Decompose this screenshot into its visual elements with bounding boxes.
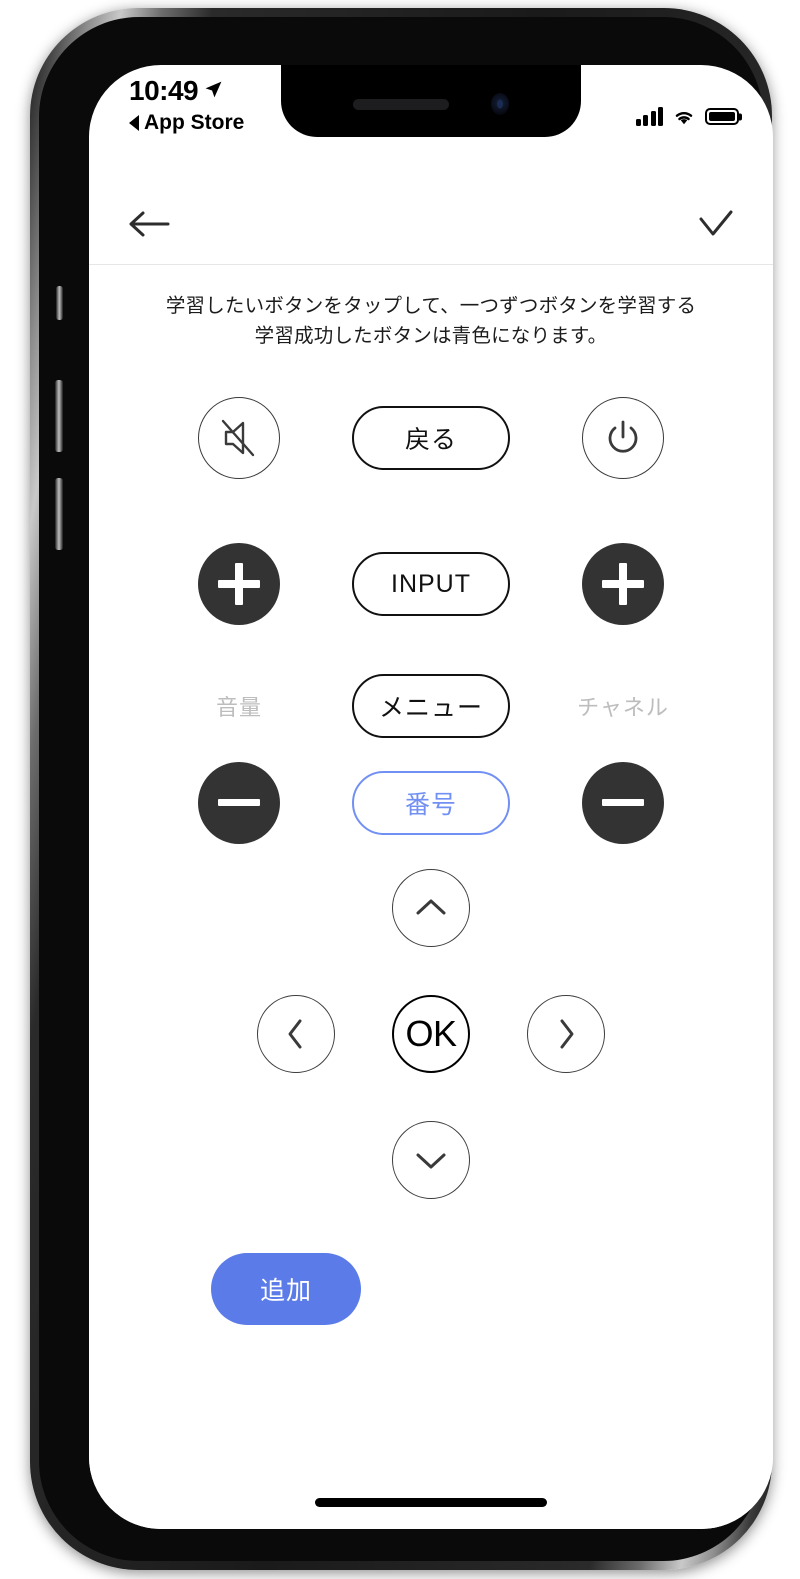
channel-up-button[interactable]: [582, 543, 664, 626]
dpad-right-button[interactable]: [527, 995, 605, 1074]
chevron-left-icon: [288, 1019, 302, 1049]
grid-cell-channel-label: チャネル: [577, 657, 669, 754]
chevron-up-icon: [416, 899, 446, 915]
instruction-text: 学習したいボタンをタップして、一つずつボタンを学習する 学習成功したボタンは青色…: [113, 265, 749, 351]
number-button[interactable]: 番号: [352, 770, 510, 835]
main-content: 学習したいボタンをタップして、一つずつボタンを学習する 学習成功したボタンは青色…: [89, 265, 773, 1529]
remote-back-button[interactable]: 戻る: [352, 406, 510, 471]
dpad-row-middle: OK: [257, 995, 605, 1074]
hardware-volume-down-button[interactable]: [55, 478, 63, 550]
volume-down-button[interactable]: [198, 761, 280, 844]
speaker-mute-icon: [221, 420, 255, 457]
minus-icon: [218, 782, 260, 824]
status-bar-back-to-app[interactable]: App Store: [129, 112, 244, 133]
status-time-group: 10:49: [129, 77, 223, 105]
minus-icon: [602, 782, 644, 824]
front-camera-icon: [491, 93, 509, 115]
channel-label: チャネル: [577, 694, 669, 720]
menu-button[interactable]: メニュー: [352, 673, 510, 738]
grid-cell-mute: [198, 365, 280, 511]
hardware-mute-switch[interactable]: [56, 286, 63, 320]
mute-button[interactable]: [198, 397, 280, 480]
add-button[interactable]: 追加: [211, 1253, 361, 1326]
navigation-bar: [89, 183, 773, 265]
home-indicator[interactable]: [315, 1498, 547, 1507]
volume-label: 音量: [215, 694, 262, 720]
wifi-icon: [675, 111, 693, 125]
channel-down-button[interactable]: [582, 761, 664, 844]
dpad-up-button[interactable]: [392, 869, 470, 948]
phone-screen: 10:49 App Store 学習したいボタンをタップして、一つずつボタンを学…: [89, 65, 773, 1529]
instruction-line-2: 学習成功したボタンは青色になります。: [254, 325, 608, 348]
directional-pad: OK: [113, 869, 749, 1200]
battery-full-icon: [705, 108, 739, 125]
grid-cell-channel-down: [582, 754, 664, 851]
grid-cell-number: 番号: [352, 754, 510, 851]
remote-button-grid: 戻る INPUT 音量 メニュー チャネル 番号: [113, 365, 749, 851]
add-button-row: 追加: [113, 1253, 749, 1326]
status-back-app-label: App Store: [144, 111, 245, 134]
arrow-left-icon: [129, 211, 170, 236]
power-button[interactable]: [582, 397, 664, 480]
instruction-line-1: 学習したいボタンをタップして、一つずつボタンを学習する: [165, 295, 697, 317]
status-time-text: 10:49: [129, 75, 199, 106]
dpad-row-down: [392, 1121, 470, 1200]
phone-device-frame: 10:49 App Store 学習したいボタンをタップして、一つずつボタンを学…: [30, 8, 773, 1570]
grid-cell-power: [582, 365, 664, 511]
device-notch: [281, 65, 581, 137]
status-bar-right: [635, 77, 739, 126]
dpad-left-button[interactable]: [257, 995, 335, 1074]
grid-cell-volume-label: 音量: [216, 657, 262, 754]
dpad-ok-button[interactable]: OK: [392, 995, 470, 1074]
confirm-button[interactable]: [697, 209, 735, 239]
hardware-volume-up-button[interactable]: [55, 380, 63, 452]
power-icon: [608, 421, 638, 454]
chevron-right-icon: [560, 1019, 574, 1049]
status-bar-left: 10:49 App Store: [129, 77, 244, 133]
dpad-down-button[interactable]: [392, 1121, 470, 1200]
grid-cell-volume-up: [198, 511, 280, 657]
checkmark-icon: [699, 210, 733, 235]
input-button[interactable]: INPUT: [352, 552, 510, 617]
cellular-signal-icon: [635, 106, 663, 126]
dpad-row-up: [392, 869, 470, 948]
triangle-left-icon: [129, 114, 139, 131]
earpiece-speaker-icon: [353, 98, 449, 110]
plus-icon: [218, 563, 260, 606]
grid-cell-input: INPUT: [352, 511, 510, 657]
grid-cell-back: 戻る: [352, 365, 510, 511]
back-button[interactable]: [127, 209, 171, 239]
volume-up-button[interactable]: [198, 543, 280, 626]
location-arrow-icon: [205, 81, 222, 98]
plus-icon: [602, 563, 644, 606]
grid-cell-volume-down: [198, 754, 280, 851]
grid-cell-channel-up: [582, 511, 664, 657]
chevron-down-icon: [416, 1153, 446, 1169]
grid-cell-menu: メニュー: [352, 657, 510, 754]
